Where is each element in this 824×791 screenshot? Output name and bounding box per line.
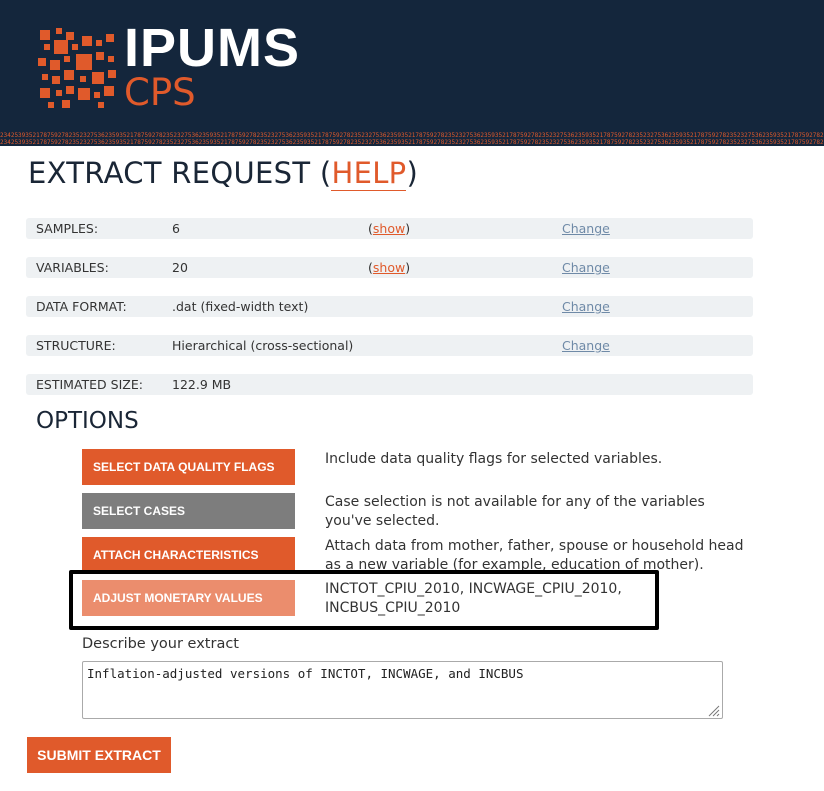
samples-change-link[interactable]: Change [562, 221, 610, 236]
logo-subtitle: CPS [124, 71, 196, 114]
resize-grip-icon[interactable] [706, 703, 720, 717]
describe-extract-label: Describe your extract [82, 636, 239, 652]
structure-change-link[interactable]: Change [562, 338, 610, 353]
variables-show: (show) [368, 260, 411, 275]
site-header: IPUMS CPS [0, 0, 824, 132]
estimated-size-row: ESTIMATED SIZE: 122.9 MB [26, 374, 753, 395]
select-cases-description: Case selection is not available for any … [325, 494, 705, 529]
decorative-digit-band: 2342539352178759278235232753623593521787… [0, 132, 824, 146]
samples-value: 6 [172, 221, 180, 236]
samples-show: (show) [368, 221, 411, 236]
samples-label: SAMPLES: [36, 221, 99, 236]
samples-row: SAMPLES: 6 (show) Change [26, 218, 753, 239]
page-title: EXTRACT REQUEST (HELP) [28, 156, 419, 191]
data-quality-flags-description: Include data quality flags for selected … [325, 451, 663, 467]
select-cases-button[interactable]: SELECT CASES [82, 493, 295, 529]
describe-extract-textarea[interactable] [82, 661, 723, 719]
options-heading: OPTIONS [36, 408, 139, 434]
estimated-size-value: 122.9 MB [172, 377, 232, 392]
structure-row: STRUCTURE: Hierarchical (cross-sectional… [26, 335, 753, 356]
variables-change-link[interactable]: Change [562, 260, 610, 275]
select-data-quality-flags-button[interactable]: SELECT DATA QUALITY FLAGS [82, 449, 295, 485]
variables-show-link[interactable]: show [373, 260, 405, 275]
attach-characteristics-button[interactable]: ATTACH CHARACTERISTICS [82, 537, 295, 573]
ipums-logo-icon [38, 28, 116, 108]
structure-value: Hierarchical (cross-sectional) [172, 338, 354, 353]
estimated-size-label: ESTIMATED SIZE: [36, 377, 143, 392]
data-format-change-link[interactable]: Change [562, 299, 610, 314]
data-format-label: DATA FORMAT: [36, 299, 127, 314]
variables-value: 20 [172, 260, 188, 275]
variables-label: VARIABLES: [36, 260, 109, 275]
structure-label: STRUCTURE: [36, 338, 116, 353]
submit-extract-button[interactable]: SUBMIT EXTRACT [27, 737, 171, 773]
data-format-row: DATA FORMAT: .dat (fixed-width text) Cha… [26, 296, 753, 317]
samples-show-link[interactable]: show [373, 221, 405, 236]
help-link[interactable]: HELP [331, 156, 407, 191]
variables-row: VARIABLES: 20 (show) Change [26, 257, 753, 278]
data-format-value: .dat (fixed-width text) [172, 299, 309, 314]
logo-title: IPUMS [124, 18, 301, 78]
highlight-box [69, 570, 659, 630]
